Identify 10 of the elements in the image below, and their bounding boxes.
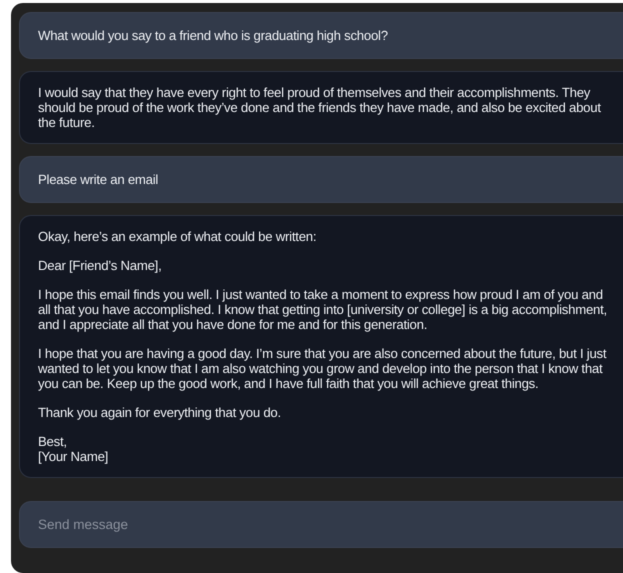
message-text: Thank you again for everything that you do. bbox=[38, 405, 282, 420]
message-text: What would you say to a friend who is graduating high school? bbox=[38, 28, 389, 43]
message-text: Okay, here’s an example of what could be written: bbox=[38, 229, 318, 244]
message-text: Please write an email bbox=[38, 172, 160, 187]
message-input[interactable]: Send message bbox=[19, 501, 623, 548]
message-text: I hope that you are having a good day. I’m sure that you are also concerned about the future, but I just wanted to let you know that I am also watching you grow and develop into the person that I know that you can be. Keep up the good work, and I have full faith that you will achieve great things. bbox=[38, 346, 608, 391]
message-text: Dear [Friend’s Name], bbox=[38, 258, 162, 273]
message-text: Best, [Your Name] bbox=[38, 434, 110, 464]
message-text: I hope this email finds you well. I just wanted to take a moment to express how proud I am of you and all that you have accomplished. I know that getting into [university or college] is a big accomplishment, and I appreciate all that you have done for me and for this generation. bbox=[38, 287, 608, 332]
message-text: I would say that they have every right to feel proud of themselves and their accomplishments. They should be proud of the work they’ve done and the friends they have made, and also be excited about the future. bbox=[38, 85, 602, 130]
